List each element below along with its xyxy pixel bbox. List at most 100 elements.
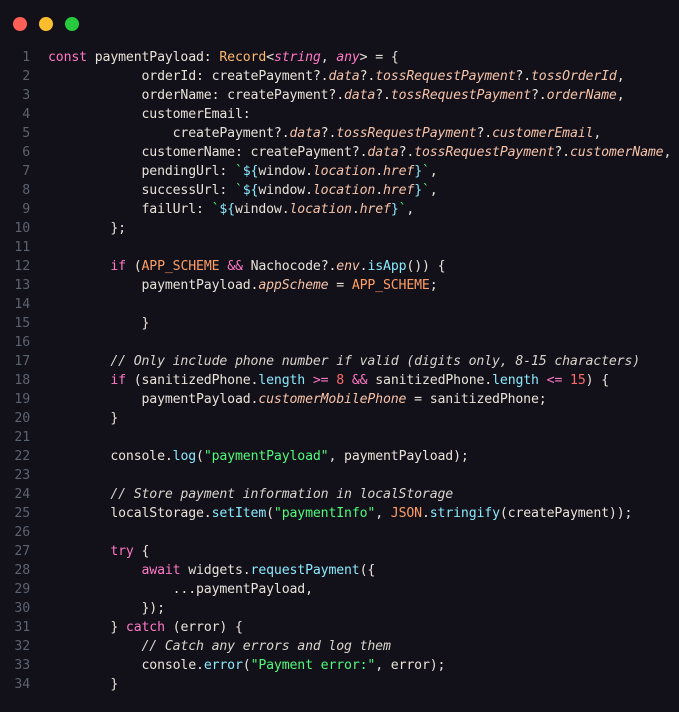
code-line: 7 pendingUrl: `${window.location.href}`,	[0, 162, 679, 181]
code-token: ) {	[585, 373, 610, 388]
code-token: await	[141, 563, 181, 578]
code-line: 17 // Only include phone number if valid…	[0, 352, 679, 371]
code-line: 27 try {	[0, 542, 679, 561]
code-token: "paymentInfo"	[273, 506, 376, 521]
code-line-text: createPayment?.data?.tossRequestPayment?…	[48, 124, 602, 143]
line-number: 15	[14, 316, 30, 331]
code-line: 24 // Store payment information in local…	[0, 485, 679, 504]
code-token: if	[110, 259, 134, 274]
code-line-text: // Store payment information in localSto…	[48, 485, 453, 504]
code-editor[interactable]: 1 const paymentPayload: Record<string, an…	[0, 48, 679, 694]
code-line: 3 orderName: createPayment?.data?.tossRe…	[0, 86, 679, 105]
window-titlebar	[0, 0, 679, 44]
code-token: tossOrderId	[531, 69, 617, 84]
code-line-text: failUrl: `${window.location.href}`,	[48, 200, 414, 219]
code-line: 16	[0, 333, 679, 352]
code-token: data	[344, 88, 376, 103]
code-line: 2 orderId: createPayment?.data?.tossRequ…	[0, 67, 679, 86]
code-token: tossRequestPayment	[390, 88, 531, 103]
code-token: paymentPayload.	[141, 278, 259, 293]
line-number: 26	[14, 525, 30, 540]
code-token: widgets.	[180, 563, 251, 578]
code-token: length	[258, 373, 306, 388]
code-token: ,	[593, 126, 602, 141]
minimize-window-dot-icon[interactable]	[39, 17, 53, 31]
code-line: 5 createPayment?.data?.tossRequestPaymen…	[0, 124, 679, 143]
line-number: 7	[22, 164, 30, 179]
line-number: 17	[14, 354, 30, 369]
code-token: });	[141, 601, 165, 616]
code-token: orderId: createPayment?.	[141, 69, 329, 84]
line-number: 19	[14, 392, 30, 407]
code-line: 21	[0, 428, 679, 447]
code-token: error	[203, 658, 243, 673]
code-token: (sanitizedPhone.	[133, 373, 259, 388]
code-line-text: } catch (error) {	[48, 618, 243, 637]
code-token: href	[383, 164, 415, 179]
line-number: 31	[14, 620, 30, 635]
code-token: data	[367, 145, 399, 160]
code-token: href	[359, 202, 391, 217]
line-number: 14	[14, 297, 30, 312]
code-token: customerEmail	[492, 126, 594, 141]
code-line: 18 if (sanitizedPhone.length >= 8 && san…	[0, 371, 679, 390]
code-token: location	[312, 183, 376, 198]
code-token: paymentPayload:	[94, 50, 220, 65]
line-number: 21	[14, 430, 30, 445]
code-token: ${	[242, 183, 259, 198]
code-token: ,	[429, 183, 438, 198]
maximize-window-dot-icon[interactable]	[65, 17, 79, 31]
line-number: 4	[22, 107, 30, 122]
code-token: window.	[258, 164, 313, 179]
code-token: ?.	[554, 145, 570, 160]
code-line-text: localStorage.setItem("paymentInfo", JSON…	[48, 504, 632, 523]
code-line-text: paymentPayload.appScheme = APP_SCHEME;	[48, 276, 437, 295]
line-number: 11	[14, 240, 30, 255]
line-number: 34	[14, 677, 30, 692]
code-line-text: }	[48, 409, 118, 428]
code-line: 1 const paymentPayload: Record<string, an…	[0, 48, 679, 67]
code-token: tossRequestPayment	[414, 145, 555, 160]
code-token: >=	[312, 373, 329, 388]
code-token: Nachocode?.	[242, 259, 337, 274]
line-number: 25	[14, 506, 30, 521]
line-number: 22	[14, 449, 30, 464]
code-line-text: await widgets.requestPayment({	[48, 561, 375, 580]
code-token: > = {	[359, 50, 399, 65]
code-token: location	[289, 202, 352, 217]
code-token: 8	[336, 373, 345, 388]
code-token: }	[141, 316, 150, 331]
close-window-dot-icon[interactable]	[13, 17, 27, 31]
code-line-text: }	[48, 314, 149, 333]
code-token: ,	[663, 145, 672, 160]
code-line: 13 paymentPayload.appScheme = APP_SCHEME…	[0, 276, 679, 295]
code-token: paymentPayload.	[141, 392, 259, 407]
code-token: ${	[219, 202, 235, 217]
code-token: }	[414, 164, 422, 179]
line-number: 30	[14, 601, 30, 616]
code-token: {	[133, 544, 150, 559]
line-number: 20	[14, 411, 30, 426]
code-token: `	[234, 183, 243, 198]
code-token: const	[48, 50, 95, 65]
code-token: ...paymentPayload,	[172, 582, 313, 597]
line-number: 18	[14, 373, 30, 388]
line-number: 24	[14, 487, 30, 502]
code-token: try	[110, 544, 134, 559]
code-line-text: });	[48, 599, 165, 618]
code-token: ,	[320, 50, 337, 65]
